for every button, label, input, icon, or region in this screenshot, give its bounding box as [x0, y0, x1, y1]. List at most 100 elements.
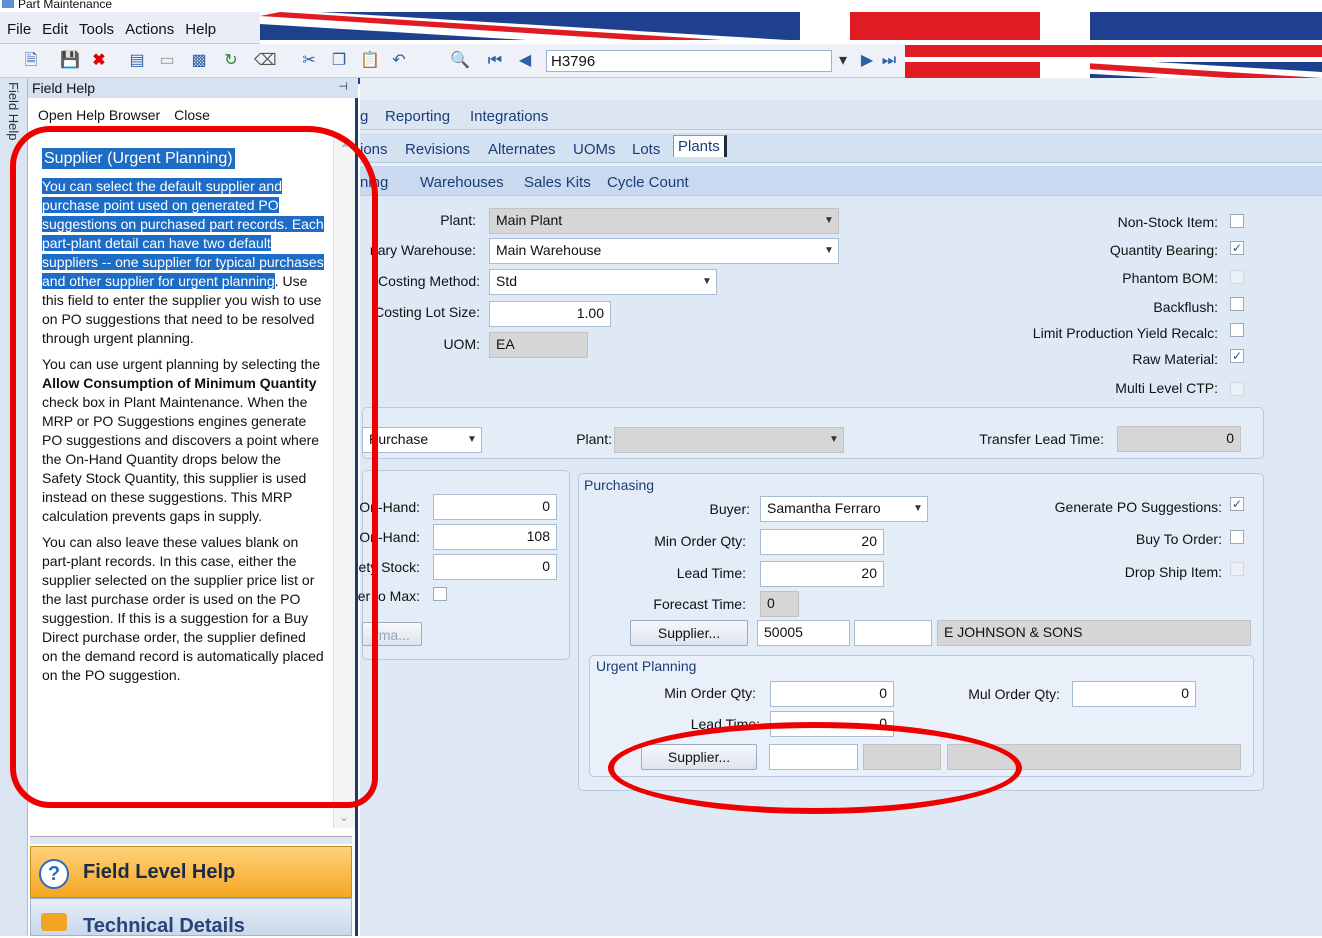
buyer-select[interactable]: Samantha Ferraro ▼: [760, 496, 928, 522]
lead-time-input[interactable]: 20: [760, 561, 884, 587]
urgent-mul-order-qty-input[interactable]: 0: [1072, 681, 1196, 707]
supplier-button[interactable]: Supplier...: [630, 620, 748, 646]
close-link[interactable]: Close: [174, 107, 210, 123]
menu-help[interactable]: Help: [178, 12, 220, 38]
chevron-down-icon: ▼: [824, 245, 834, 256]
phantom-bom-label: Phantom BOM:: [1122, 270, 1218, 286]
phantom-bom-checkbox[interactable]: [1230, 270, 1244, 284]
max-on-hand-label: On-Hand:: [359, 529, 420, 545]
urgent-mul-order-qty-label: Mul Order Qty:: [968, 686, 1060, 702]
safety-stock-label: ety Stock:: [358, 559, 420, 575]
urgent-lead-time-input[interactable]: 0: [770, 711, 894, 737]
help-text: check box in Plant Maintenance. When the…: [42, 394, 320, 524]
supplier-purchase-point-input[interactable]: [854, 620, 932, 646]
paste-icon[interactable]: 📋: [360, 52, 380, 70]
tab-warehouses[interactable]: Warehouses: [420, 174, 504, 191]
plant-select[interactable]: Main Plant ▼: [489, 208, 839, 234]
supplier-name-field: E JOHNSON & SONS: [937, 620, 1251, 646]
warehouse-select[interactable]: Main Warehouse ▼: [489, 238, 839, 264]
urgent-lead-time-label: Lead Time:: [690, 716, 760, 732]
urgent-supplier-button[interactable]: Supplier...: [641, 744, 757, 770]
tab-partial[interactable]: ning: [360, 174, 388, 191]
tab-uoms[interactable]: UOMs: [573, 141, 616, 158]
dropdown-arrow-icon[interactable]: ▾: [834, 52, 852, 70]
buy-to-order-checkbox[interactable]: [1230, 530, 1244, 544]
supplier-id-input[interactable]: 50005: [757, 620, 850, 646]
technical-details-label: Technical Details: [83, 915, 245, 937]
backflush-checkbox[interactable]: [1230, 297, 1244, 311]
urgent-min-order-qty-input[interactable]: 0: [770, 681, 894, 707]
help-para-1: You can select the default supplier and …: [42, 177, 324, 348]
eraser-icon[interactable]: ⌫: [254, 52, 277, 70]
menu-tools[interactable]: Tools: [72, 12, 118, 38]
new-icon[interactable]: 🗎: [22, 52, 40, 70]
part-number-input[interactable]: H3796: [546, 50, 832, 72]
field-level-help-label: Field Level Help: [83, 861, 236, 883]
non-stock-checkbox[interactable]: [1230, 214, 1244, 228]
max-on-hand-input[interactable]: 108: [433, 524, 557, 550]
plant2-select[interactable]: ▼: [614, 427, 844, 453]
costing-lot-size-input[interactable]: 1.00: [489, 301, 611, 327]
safety-stock-input[interactable]: 0: [433, 554, 557, 580]
field-help-strip[interactable]: Field Help: [0, 78, 28, 936]
cut-icon[interactable]: ✂: [300, 52, 318, 70]
help-panel-bar: Open Help Browser Close: [28, 100, 238, 128]
chevron-down-icon: ▼: [829, 434, 839, 445]
first-record-icon[interactable]: ⏮: [486, 52, 504, 70]
book-icon[interactable]: ▤: [128, 52, 146, 70]
order-to-max-checkbox[interactable]: [433, 587, 447, 601]
min-order-qty-input[interactable]: 20: [760, 529, 884, 555]
blank-icon[interactable]: ▭: [158, 52, 176, 70]
buyer-label: Buyer:: [709, 501, 750, 517]
tab-plants[interactable]: Plants: [673, 135, 727, 157]
menu-actions[interactable]: Actions: [118, 12, 178, 38]
next-record-icon[interactable]: ▶: [858, 52, 876, 70]
copy-icon[interactable]: ❐: [330, 52, 348, 70]
type-select[interactable]: Purchase ▼: [362, 427, 482, 453]
generate-po-checkbox[interactable]: ✓: [1230, 497, 1244, 511]
scroll-up-icon[interactable]: ⌃: [334, 138, 355, 156]
tab-lots[interactable]: Lots: [632, 141, 660, 158]
drop-ship-checkbox[interactable]: [1230, 562, 1244, 576]
tab-reporting[interactable]: Reporting: [385, 108, 450, 125]
generate-po-label: Generate PO Suggestions:: [1054, 499, 1222, 515]
pin-icon[interactable]: ⊣: [338, 80, 348, 93]
tab-partial[interactable]: ions: [360, 141, 388, 158]
help-panel-header: Field Help ⊣: [28, 78, 358, 98]
tab-sales-kits[interactable]: Sales Kits: [524, 174, 591, 191]
tab-integrations[interactable]: Integrations: [470, 108, 548, 125]
multi-level-ctp-checkbox[interactable]: [1230, 382, 1244, 396]
attach-icon[interactable]: ▩: [190, 52, 208, 70]
refresh-icon[interactable]: ↻: [222, 52, 240, 70]
technical-details-button[interactable]: Technical Details: [30, 898, 352, 937]
help-scrollbar[interactable]: ⌃ ⌄: [333, 138, 355, 828]
forecast-time-field: 0: [760, 591, 799, 617]
quantity-bearing-checkbox[interactable]: ✓: [1230, 241, 1244, 255]
costing-method-select[interactable]: Std ▼: [489, 269, 717, 295]
urgent-supplier-id-input[interactable]: [769, 744, 858, 770]
tab-alternates[interactable]: Alternates: [488, 141, 556, 158]
lead-time-label: Lead Time:: [676, 565, 746, 581]
limit-production-checkbox[interactable]: [1230, 323, 1244, 337]
open-help-browser-link[interactable]: Open Help Browser: [38, 107, 160, 123]
delete-icon[interactable]: ✖: [90, 52, 108, 70]
field-level-help-button[interactable]: ? Field Level Help: [30, 846, 352, 898]
app-icon: [2, 0, 14, 8]
panel-splitter[interactable]: [30, 836, 352, 844]
last-record-icon[interactable]: ⏭: [880, 52, 898, 70]
undo-icon[interactable]: ↶: [390, 52, 408, 70]
menu-edit[interactable]: Edit: [35, 12, 72, 38]
menu-file[interactable]: File: [0, 12, 35, 38]
scroll-down-icon[interactable]: ⌄: [334, 810, 354, 824]
raw-material-checkbox[interactable]: ✓: [1230, 349, 1244, 363]
min-on-hand-input[interactable]: 0: [433, 494, 557, 520]
tab-revisions[interactable]: Revisions: [405, 141, 470, 158]
save-icon[interactable]: 💾: [60, 52, 80, 70]
search-icon[interactable]: 🔍: [450, 52, 470, 70]
disabled-button[interactable]: rma...: [362, 622, 422, 646]
plant-label: Plant:: [440, 212, 476, 228]
tab-partial[interactable]: g: [360, 108, 368, 125]
tab-cycle-count[interactable]: Cycle Count: [607, 174, 689, 191]
chevron-down-icon: ▼: [913, 503, 923, 514]
previous-record-icon[interactable]: ◀: [516, 52, 534, 70]
